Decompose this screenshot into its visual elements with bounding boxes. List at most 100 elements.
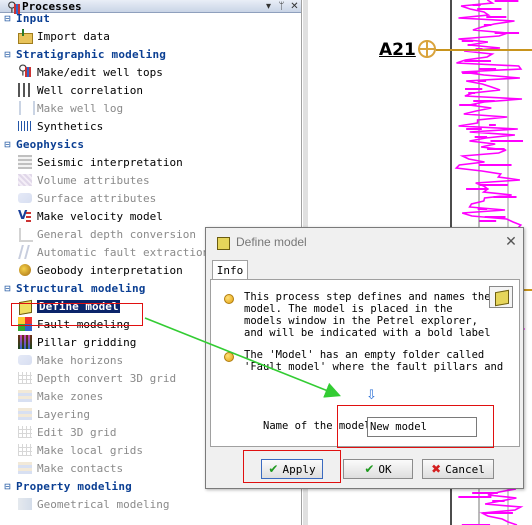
tab-info[interactable]: Info <box>212 260 248 280</box>
apply-button[interactable]: ✔ Apply <box>261 459 323 479</box>
process-item-well-correlation[interactable]: Well correlation <box>17 81 143 99</box>
process-item-label: Make zones <box>37 389 104 403</box>
velocity-model-icon <box>17 208 33 224</box>
process-item-automatic-fault-extraction[interactable]: Automatic fault extraction <box>17 243 209 261</box>
panel-pin-icon[interactable]: ᛘ <box>275 1 288 12</box>
dialog-close-icon[interactable]: ✕ <box>499 234 523 250</box>
ok-button[interactable]: ✔ OK <box>343 459 413 479</box>
well-marker-icon[interactable] <box>418 40 436 58</box>
process-item-label: Import data <box>37 29 110 43</box>
make-horizons-icon <box>17 352 33 368</box>
info-bullet-icon <box>224 352 234 362</box>
process-item-synthetics[interactable]: Synthetics <box>17 117 103 135</box>
process-item-label: Make contacts <box>37 461 124 475</box>
cancel-button[interactable]: ✖ Cancel <box>422 459 494 479</box>
info-paragraph-2: The 'Model' has an empty folder called '… <box>244 349 504 373</box>
process-item-volume-attributes[interactable]: Volume attributes <box>17 171 150 189</box>
collapse-icon[interactable]: ⊟ <box>4 14 13 23</box>
process-item-label: Volume attributes <box>37 173 150 187</box>
check-icon: ✔ <box>268 462 279 476</box>
process-item-make-local-grids[interactable]: Make local grids <box>17 441 143 459</box>
process-item-label: Make local grids <box>37 443 143 457</box>
process-item-label: Geometrical modeling <box>37 497 170 511</box>
collapse-icon[interactable]: ⊟ <box>4 140 13 149</box>
volume-attributes-icon <box>17 172 33 188</box>
category-structural-modeling[interactable]: ⊟ Structural modeling <box>4 279 146 297</box>
process-item-label: Geobody interpretation <box>37 263 183 277</box>
process-item-label: Define model <box>37 299 121 313</box>
process-item-pillar-gridding[interactable]: Pillar gridding <box>17 333 136 351</box>
process-item-make-contacts[interactable]: Make contacts <box>17 459 123 477</box>
process-item-label: Edit 3D grid <box>37 425 117 439</box>
process-item-geometrical-modeling[interactable]: Geometrical modeling <box>17 495 169 513</box>
surface-attributes-icon <box>17 190 33 206</box>
panel-dropdown-icon[interactable]: ▾ <box>262 1 275 12</box>
category-property-modeling[interactable]: ⊟ Property modeling <box>4 477 132 495</box>
collapse-icon[interactable]: ⊟ <box>4 50 13 59</box>
define-model-dialog: Define model ✕ Info This process step de… <box>205 227 524 489</box>
check-icon: ✔ <box>364 462 375 476</box>
cancel-label: Cancel <box>445 462 485 476</box>
name-of-model-label: Name of the model <box>263 420 371 432</box>
info-paragraph-1: This process step defines and names the … <box>244 291 491 339</box>
process-item-depth-convert-3d-grid[interactable]: Depth convert 3D grid <box>17 369 176 387</box>
define-model-cube-icon <box>17 298 33 314</box>
category-stratigraphic-modeling[interactable]: ⊟ Stratigraphic modeling <box>4 45 166 63</box>
ok-label: OK <box>378 462 392 476</box>
well-label-a21[interactable]: A21 <box>379 40 416 60</box>
process-item-label: Well correlation <box>37 83 143 97</box>
model-name-input[interactable] <box>367 417 477 437</box>
category-input[interactable]: ⊟ Input <box>4 9 50 27</box>
category-geophysics[interactable]: ⊟ Geophysics <box>4 135 84 153</box>
depth-conversion-icon <box>17 226 33 242</box>
geobody-icon <box>17 262 33 278</box>
define-model-cube-icon <box>216 236 230 250</box>
well-tops-icon <box>17 63 33 80</box>
process-item-label: Make/edit well tops <box>37 65 163 79</box>
process-item-label: Fault modeling <box>37 317 130 331</box>
local-grids-icon <box>17 442 33 458</box>
process-item-label: General depth conversion <box>37 227 196 241</box>
pillar-gridding-icon <box>17 334 33 350</box>
down-arrow-icon: ⇩ <box>366 388 377 403</box>
process-item-import-data[interactable]: Import data <box>17 27 110 45</box>
collapse-icon[interactable]: ⊟ <box>4 482 13 491</box>
apply-label: Apply <box>282 462 316 476</box>
process-item-surface-attributes[interactable]: Surface attributes <box>17 189 156 207</box>
info-panel: This process step defines and names the … <box>210 279 520 447</box>
process-item-fault-modeling[interactable]: Fault modeling <box>17 315 130 333</box>
process-item-make-edit-well-tops[interactable]: Make/edit well tops <box>17 63 163 81</box>
process-item-geobody-interpretation[interactable]: Geobody interpretation <box>17 261 183 279</box>
process-item-label: Pillar gridding <box>37 335 137 349</box>
panel-close-icon[interactable]: ✕ <box>288 1 301 12</box>
category-label: Geophysics <box>16 137 85 151</box>
process-item-make-velocity-model[interactable]: Make velocity model <box>17 207 163 225</box>
process-item-label: Make horizons <box>37 353 124 367</box>
well-top-line <box>436 49 532 51</box>
process-item-label: Automatic fault extraction <box>37 245 210 259</box>
process-item-label: Make well log <box>37 101 124 115</box>
process-item-general-depth-conversion[interactable]: General depth conversion <box>17 225 196 243</box>
geometrical-modeling-icon <box>17 496 33 512</box>
process-item-seismic-interpretation[interactable]: Seismic interpretation <box>17 153 183 171</box>
process-item-make-horizons[interactable]: Make horizons <box>17 351 123 369</box>
process-item-make-well-log[interactable]: Make well log <box>17 99 123 117</box>
well-log-icon <box>17 100 35 116</box>
dialog-titlebar[interactable]: Define model ✕ <box>206 228 523 256</box>
folder-import-icon <box>17 28 33 44</box>
process-item-make-zones[interactable]: Make zones <box>17 387 103 405</box>
fault-modeling-icon <box>17 316 33 332</box>
collapse-icon[interactable]: ⊟ <box>4 284 13 293</box>
process-item-layering[interactable]: Layering <box>17 405 90 423</box>
define-model-cube-icon <box>489 286 513 308</box>
layering-icon <box>17 406 33 422</box>
process-item-label: Surface attributes <box>37 191 157 205</box>
category-label: Structural modeling <box>16 281 146 295</box>
make-contacts-icon <box>17 460 33 476</box>
make-zones-icon <box>17 388 33 404</box>
synthetics-icon <box>17 118 33 134</box>
well-correlation-icon <box>17 82 33 98</box>
process-item-edit-3d-grid[interactable]: Edit 3D grid <box>17 423 116 441</box>
dialog-title: Define model <box>236 235 307 249</box>
process-item-define-model[interactable]: Define model <box>17 297 121 315</box>
